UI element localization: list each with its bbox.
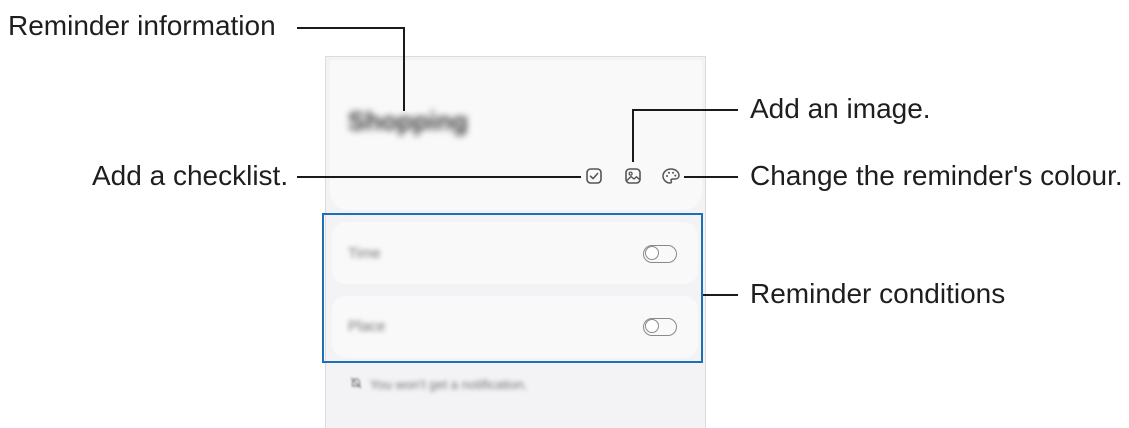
notification-notice: You won't get a notification.: [370, 377, 528, 392]
leader-line: [703, 294, 738, 296]
callout-add-checklist: Add a checklist.: [92, 160, 289, 191]
reminder-title[interactable]: Shopping: [348, 106, 468, 137]
palette-icon[interactable]: [660, 165, 682, 187]
callout-add-image: Add an image.: [750, 93, 931, 124]
bell-off-icon: [350, 377, 362, 389]
leader-line: [684, 176, 738, 178]
leader-line: [297, 176, 581, 178]
leader-line: [403, 27, 405, 111]
leader-line: [297, 27, 405, 29]
callout-reminder-conditions: Reminder conditions: [750, 278, 1006, 309]
checkbox-icon[interactable]: [583, 165, 605, 187]
leader-line: [632, 109, 738, 111]
callout-change-colour: Change the reminder's colour.: [750, 160, 1123, 191]
reminder-conditions-highlight: [322, 213, 703, 363]
callout-reminder-information: Reminder information: [8, 10, 276, 41]
image-icon[interactable]: [622, 165, 644, 187]
leader-line: [632, 109, 634, 162]
